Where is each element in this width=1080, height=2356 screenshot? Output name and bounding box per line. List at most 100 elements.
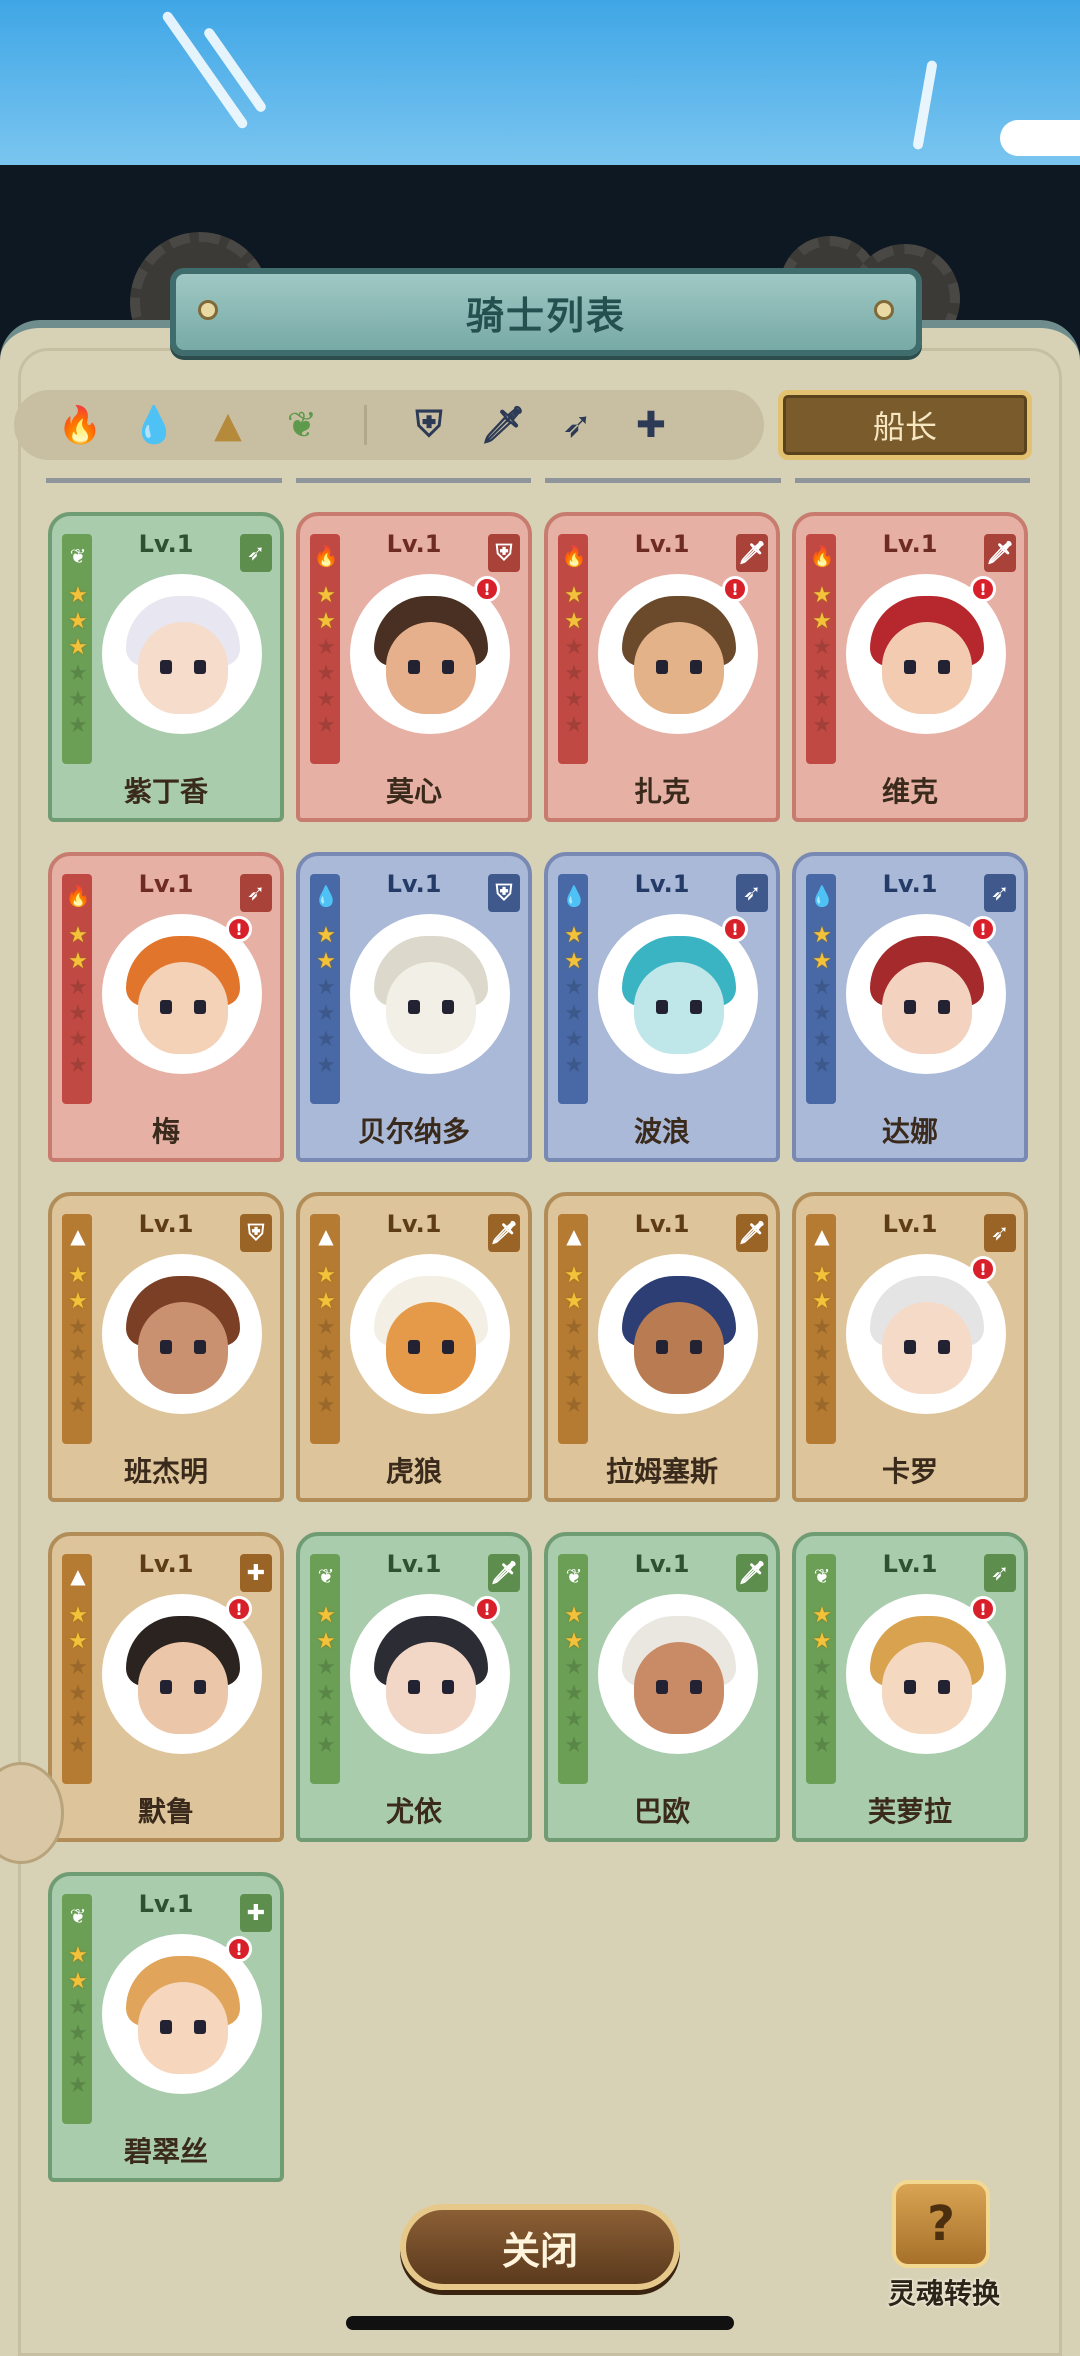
portrait-eye bbox=[938, 1680, 950, 1694]
element-icon: ❦ bbox=[317, 1564, 335, 1588]
close-button[interactable]: 关闭 bbox=[400, 2204, 680, 2290]
star-icon: ★ bbox=[68, 1027, 88, 1052]
shield-class-icon[interactable]: ⛨ bbox=[403, 399, 455, 451]
star-icon: ★ bbox=[316, 975, 336, 1000]
soul-convert-button[interactable]: ? 灵魂转换 bbox=[864, 2180, 1024, 2310]
star-icon: ★ bbox=[316, 1393, 336, 1418]
captain-button[interactable]: 船长 bbox=[778, 390, 1032, 460]
sword-class-icon[interactable]: 🗡 bbox=[477, 399, 529, 451]
knight-card[interactable]: Lv.1 ▲ ★ ★ ★ ★ ★ ★ 🗡 拉姆塞斯 bbox=[544, 1192, 780, 1502]
portrait-face bbox=[634, 962, 724, 1054]
knight-card[interactable]: Lv.1 ❦ ★ ★ ★ ★ ★ ★ ➶! 芙萝拉 bbox=[792, 1532, 1028, 1842]
star-icon: ★ bbox=[564, 1733, 584, 1758]
portrait-eye bbox=[656, 1000, 668, 1014]
portrait-eye bbox=[904, 1680, 916, 1694]
star-icon: ★ bbox=[812, 1393, 832, 1418]
knight-card[interactable]: Lv.1 ▲ ★ ★ ★ ★ ★ ★ 🗡 虎狼 bbox=[296, 1192, 532, 1502]
star-icon: ★ bbox=[316, 1027, 336, 1052]
star-icon: ★ bbox=[68, 583, 88, 608]
knight-card[interactable]: Lv.1 ❦ ★ ★ ★ ★ ★ ★ 🗡 巴欧 bbox=[544, 1532, 780, 1842]
element-icon: ❦ bbox=[565, 1564, 583, 1588]
star-icon: ★ bbox=[564, 1629, 584, 1654]
knight-name: 尤依 bbox=[385, 1795, 442, 1828]
alert-badge-icon: ! bbox=[970, 1256, 996, 1282]
element-icon: ▲ bbox=[566, 1224, 582, 1248]
knight-card[interactable]: Lv.1 🔥 ★ ★ ★ ★ ★ ★ ➶! 梅 bbox=[48, 852, 284, 1162]
star-icon: ★ bbox=[564, 687, 584, 712]
class-icon: ➶ bbox=[984, 1214, 1016, 1252]
star-icon: ★ bbox=[812, 583, 832, 608]
element-icon: 🔥 bbox=[809, 544, 835, 568]
bow-class-icon[interactable]: ➶ bbox=[551, 399, 603, 451]
element-icon: ▲ bbox=[70, 1564, 86, 1588]
knight-card[interactable]: Lv.1 ❦ ★ ★ ★ ★ ★ ★ ➶ 紫丁香 bbox=[48, 512, 284, 822]
star-icon: ★ bbox=[68, 1393, 88, 1418]
knight-card[interactable]: Lv.1 🔥 ★ ★ ★ ★ ★ ★ 🗡! 维克 bbox=[792, 512, 1028, 822]
knight-name: 维克 bbox=[881, 775, 938, 808]
portrait-eye bbox=[904, 1340, 916, 1354]
portrait-eye bbox=[160, 1680, 172, 1694]
star-icon: ★ bbox=[564, 1263, 584, 1288]
element-icon: 🔥 bbox=[65, 884, 91, 908]
star-rating: ★ ★ ★ ★ ★ ★ bbox=[808, 1604, 836, 1758]
element-icon: ❦ bbox=[69, 544, 87, 568]
star-icon: ★ bbox=[316, 687, 336, 712]
knight-name: 波浪 bbox=[633, 1115, 690, 1148]
star-rating: ★ ★ ★ ★ ★ ★ bbox=[64, 1604, 92, 1758]
knight-portrait bbox=[598, 1594, 758, 1754]
knight-name: 芙萝拉 bbox=[867, 1795, 952, 1828]
star-icon: ★ bbox=[812, 1629, 832, 1654]
star-icon: ★ bbox=[812, 1315, 832, 1340]
star-icon: ★ bbox=[812, 923, 832, 948]
star-icon: ★ bbox=[68, 975, 88, 1000]
class-icon: ⛨ bbox=[488, 874, 520, 912]
star-icon: ★ bbox=[564, 635, 584, 660]
star-icon: ★ bbox=[812, 1263, 832, 1288]
knight-card[interactable]: Lv.1 ❦ ★ ★ ★ ★ ★ ★ ✚! 碧翠丝 bbox=[48, 1872, 284, 2182]
star-icon: ★ bbox=[68, 1733, 88, 1758]
knight-card[interactable]: Lv.1 💧 ★ ★ ★ ★ ★ ★ ➶! 波浪 bbox=[544, 852, 780, 1162]
portrait-eye bbox=[938, 660, 950, 674]
knight-card[interactable]: Lv.1 💧 ★ ★ ★ ★ ★ ★ ➶! 达娜 bbox=[792, 852, 1028, 1162]
wind-element-icon[interactable]: ❦ bbox=[276, 399, 328, 451]
knight-card[interactable]: Lv.1 🔥 ★ ★ ★ ★ ★ ★ 🗡! 扎克 bbox=[544, 512, 780, 822]
star-icon: ★ bbox=[564, 1393, 584, 1418]
star-icon: ★ bbox=[812, 1001, 832, 1026]
star-icon: ★ bbox=[316, 1629, 336, 1654]
star-rating: ★ ★ ★ ★ ★ ★ bbox=[312, 924, 340, 1078]
portrait-eye bbox=[656, 1340, 668, 1354]
portrait-face bbox=[634, 1302, 724, 1394]
alert-badge-icon: ! bbox=[226, 1936, 252, 1962]
knight-card[interactable]: Lv.1 🔥 ★ ★ ★ ★ ★ ★ ⛨! 莫心 bbox=[296, 512, 532, 822]
portrait-eye bbox=[656, 660, 668, 674]
knight-card[interactable]: Lv.1 ▲ ★ ★ ★ ★ ★ ★ ⛨ 班杰明 bbox=[48, 1192, 284, 1502]
class-icon: 🗡 bbox=[984, 534, 1016, 572]
class-icon: ✚ bbox=[240, 1554, 272, 1592]
knight-card[interactable]: Lv.1 ▲ ★ ★ ★ ★ ★ ★ ✚! 默鲁 bbox=[48, 1532, 284, 1842]
star-icon: ★ bbox=[812, 1655, 832, 1680]
knight-name: 默鲁 bbox=[137, 1795, 194, 1828]
star-icon: ★ bbox=[812, 1707, 832, 1732]
knight-card[interactable]: Lv.1 ❦ ★ ★ ★ ★ ★ ★ 🗡! 尤依 bbox=[296, 1532, 532, 1842]
portrait-face bbox=[386, 1302, 476, 1394]
star-icon: ★ bbox=[812, 1367, 832, 1392]
earth-element-icon[interactable]: ▲ bbox=[202, 399, 254, 451]
cross-class-icon[interactable]: ✚ bbox=[625, 399, 677, 451]
fire-element-icon[interactable]: 🔥 bbox=[54, 399, 106, 451]
star-icon: ★ bbox=[316, 1315, 336, 1340]
star-icon: ★ bbox=[564, 1341, 584, 1366]
knight-card[interactable]: Lv.1 💧 ★ ★ ★ ★ ★ ★ ⛨ 贝尔纳多 bbox=[296, 852, 532, 1162]
star-rating: ★ ★ ★ ★ ★ ★ bbox=[808, 1264, 836, 1418]
class-icon: ⛨ bbox=[240, 1214, 272, 1252]
portrait-eye bbox=[690, 1000, 702, 1014]
water-element-icon[interactable]: 💧 bbox=[128, 399, 180, 451]
star-rating: ★ ★ ★ ★ ★ ★ bbox=[64, 1264, 92, 1418]
portrait-eye bbox=[194, 1000, 206, 1014]
star-icon: ★ bbox=[316, 583, 336, 608]
portrait-face bbox=[138, 962, 228, 1054]
class-icon: ➶ bbox=[984, 874, 1016, 912]
soul-convert-icon: ? bbox=[892, 2180, 990, 2268]
knight-card[interactable]: Lv.1 ▲ ★ ★ ★ ★ ★ ★ ➶! 卡罗 bbox=[792, 1192, 1028, 1502]
portrait-eye bbox=[904, 660, 916, 674]
title-banner: 骑士列表 bbox=[170, 268, 922, 356]
